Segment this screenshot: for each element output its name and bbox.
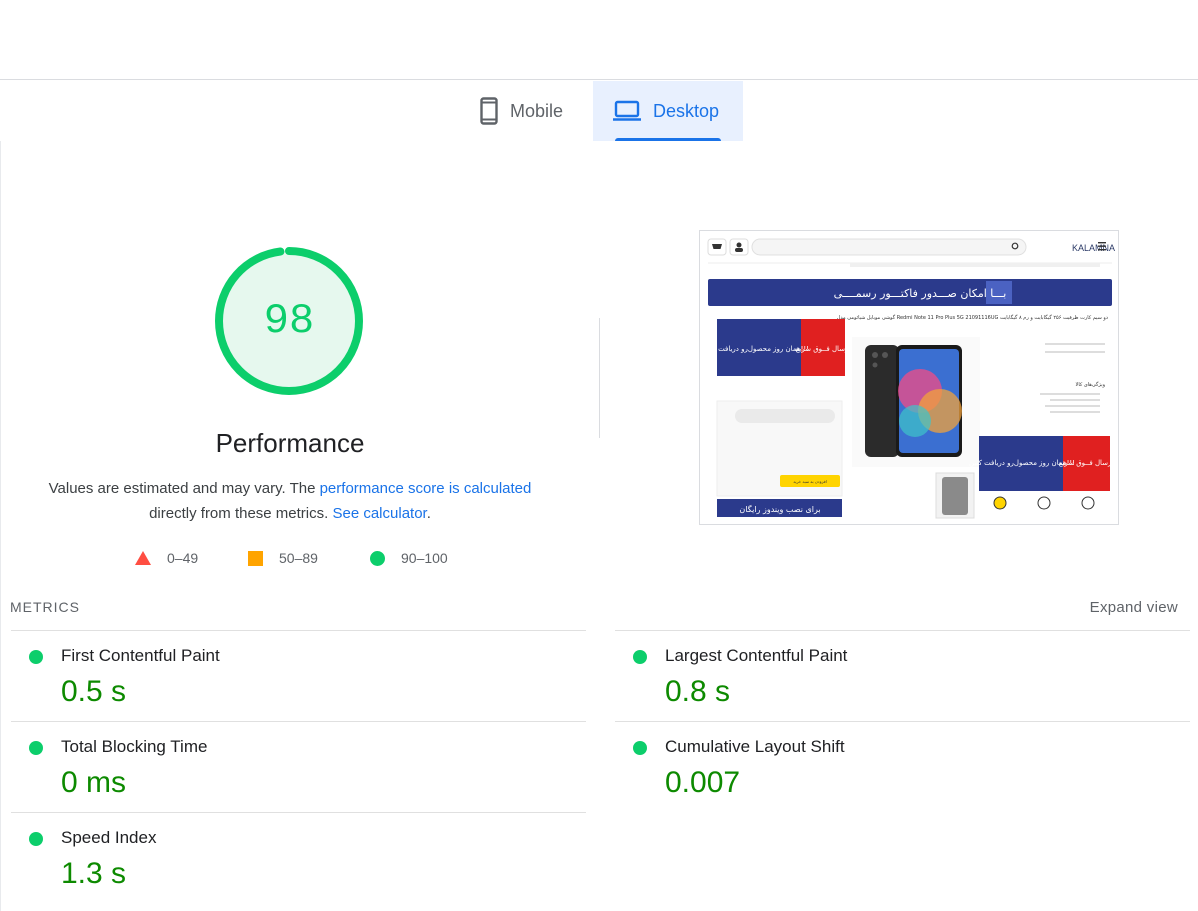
shot-ad-left-blue-text: همان روز محصول‌رو دریافت کنین!!! (703, 345, 809, 353)
tab-desktop-label: Desktop (653, 100, 720, 121)
tab-mobile-label: Mobile (510, 100, 564, 121)
shot-windows-text: برای نصب ویندوز رایگان (739, 504, 820, 514)
legend-average: 50–89 (248, 550, 318, 566)
laptop-icon (613, 100, 641, 122)
menu-icon (1098, 242, 1106, 244)
performance-score: 98 (263, 297, 315, 345)
performance-score-link[interactable]: performance score is calculated (320, 480, 532, 497)
pass-dot-icon (29, 650, 43, 664)
pass-dot-icon (633, 650, 647, 664)
metric-name: Cumulative Layout Shift (665, 737, 845, 756)
metric-name: Total Blocking Time (61, 737, 208, 756)
shot-features-title: ویژگی‌های کالا (1075, 381, 1105, 388)
metric-total-blocking-time: Total Blocking Time 0 ms (11, 721, 586, 812)
square-icon (248, 550, 263, 566)
active-tab-indicator (615, 138, 721, 141)
metric-speed-index: Speed Index 1.3 s (11, 812, 586, 903)
metric-value: 1.3 s (61, 857, 127, 890)
cart-icon (712, 244, 722, 249)
shot-ad-left-red-text: ارسال فــوق سریع (796, 345, 851, 353)
device-tabs: Mobile Desktop (0, 81, 1198, 141)
legend-pass-label: 90–100 (401, 550, 448, 566)
metric-value: 0.007 (665, 766, 741, 799)
shot-ad-right-red-text: ارسال فــوق سریع (1059, 459, 1114, 467)
performance-title: Performance (215, 428, 365, 458)
top-header-area (0, 0, 1198, 80)
shot-banner-text: بـــا امکان صـــدور فاکتـــور رسمــــی (834, 287, 1007, 300)
see-calculator-link[interactable]: See calculator (332, 505, 426, 522)
shot-product-title: گوشی موبایل شیائومی مدل Redmi Note 11 Pr… (837, 314, 1108, 321)
metric-value: 0.5 s (61, 675, 127, 708)
score-legend: 0–49 50–89 90–100 (0, 550, 600, 570)
metric-value: 0.8 s (665, 675, 731, 708)
shot-brand-logo: KALAMNA (1072, 243, 1115, 253)
badge-icon (1037, 496, 1051, 510)
performance-gauge: 98 (212, 244, 366, 398)
smartphone-icon (480, 97, 498, 125)
phone-back (865, 345, 899, 457)
shot-add-to-cart-text: افزودن به سبد خرید (793, 479, 827, 484)
metric-name: First Contentful Paint (61, 646, 220, 665)
vertical-divider (599, 318, 600, 438)
triangle-icon (135, 551, 151, 565)
legend-pass: 90–100 (370, 550, 448, 566)
performance-description: Values are estimated and may vary. The p… (30, 476, 550, 526)
pass-dot-icon (29, 741, 43, 755)
shield-icon (993, 496, 1007, 510)
circle-icon (370, 550, 385, 566)
box-icon (1081, 496, 1095, 510)
legend-fail-label: 0–49 (167, 550, 199, 566)
user-icon (736, 242, 742, 248)
shot-breadcrumb (850, 263, 1100, 267)
description-text-2: directly from these metrics. (149, 505, 333, 522)
left-divider (0, 141, 1, 911)
expand-view-button[interactable]: Expand view (1090, 599, 1178, 616)
metric-name: Speed Index (61, 828, 157, 847)
tab-desktop[interactable]: Desktop (593, 81, 743, 141)
description-text: Values are estimated and may vary. The (48, 480, 320, 497)
description-period: . (426, 505, 431, 522)
legend-average-label: 50–89 (279, 550, 318, 566)
metrics-section-label: METRICS (10, 599, 80, 615)
final-screenshot: KALAMNA بـــا امکان صـــدور فاکتـــور رس… (699, 230, 1119, 525)
metric-cumulative-layout-shift: Cumulative Layout Shift 0.007 (615, 721, 1190, 812)
screenshot-render: KALAMNA بـــا امکان صـــدور فاکتـــور رس… (700, 231, 1118, 519)
metric-value: 0 ms (61, 766, 127, 799)
metric-largest-contentful-paint: Largest Contentful Paint 0.8 s (615, 630, 1190, 721)
pass-dot-icon (633, 741, 647, 755)
legend-fail: 0–49 (135, 550, 198, 566)
metric-first-contentful-paint: First Contentful Paint 0.5 s (11, 630, 586, 721)
metric-name: Largest Contentful Paint (665, 646, 848, 665)
tab-mobile[interactable]: Mobile (462, 81, 592, 141)
pass-dot-icon (29, 832, 43, 846)
shot-search-bar (751, 238, 1027, 256)
